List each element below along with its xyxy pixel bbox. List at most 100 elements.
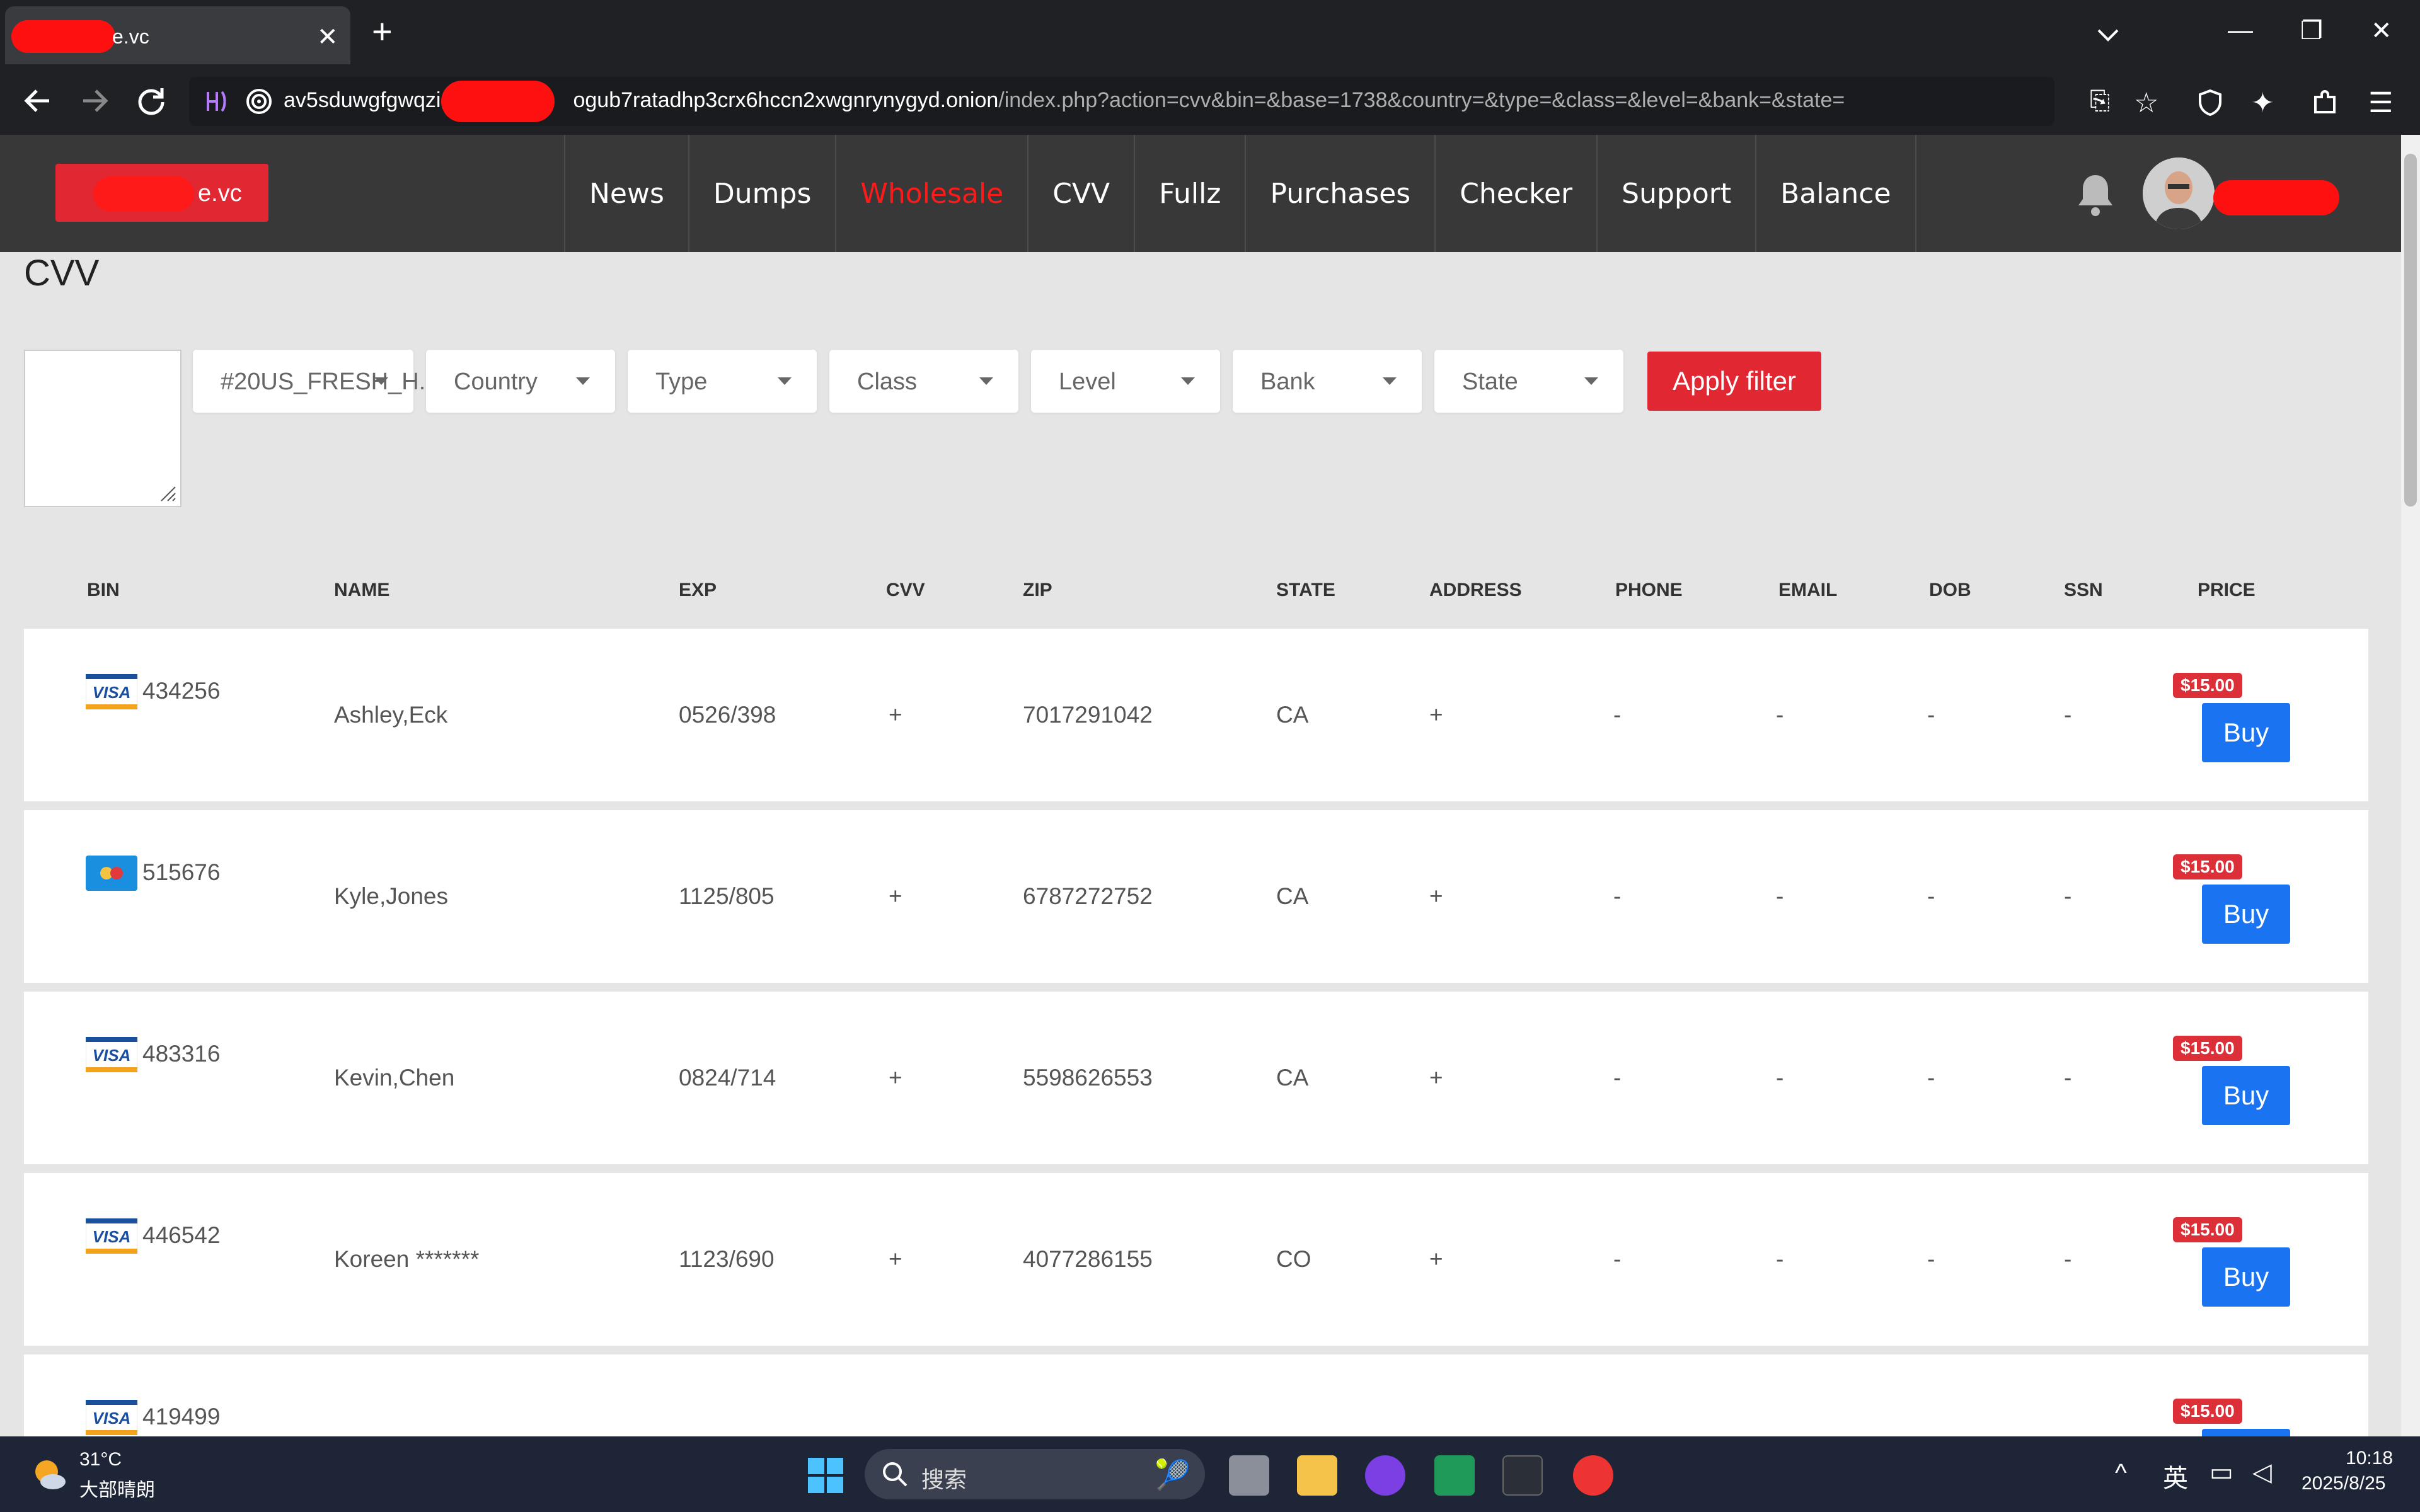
cell-name: Kevin,Chen [334,1065,455,1091]
cell-bin: 434256 [142,678,221,704]
chrome-icon[interactable] [1573,1455,1613,1496]
col-bin: BIN [87,580,120,600]
reload-icon[interactable] [132,82,170,120]
buy-button[interactable]: Buy [2202,1066,2290,1125]
apply-filter-button[interactable]: Apply filter [1647,352,1821,411]
cell-exp: 1125/805 [679,883,775,909]
scrollbar-thumb[interactable] [2404,154,2417,507]
buy-button[interactable]: Buy [2202,885,2290,944]
windows-start-icon[interactable] [805,1455,846,1496]
tab-close-icon[interactable]: ✕ [317,23,338,52]
buy-button[interactable]: Buy [2202,1247,2290,1307]
col-zip: ZIP [1023,580,1052,600]
base-select[interactable]: #20US_FRESH_H... [193,350,439,413]
work-app-icon[interactable] [1434,1455,1475,1496]
svg-text:VISA: VISA [93,683,131,702]
user-avatar[interactable] [2143,158,2215,229]
bin-textarea[interactable] [24,350,182,507]
new-tab-icon[interactable]: + [372,14,393,49]
visa-icon: VISA [85,1399,138,1436]
country-select-value: Country [454,369,538,395]
nav-checker[interactable]: Checker [1434,135,1596,252]
caret-down-icon [576,377,590,385]
type-select[interactable]: Type [628,350,817,413]
ime-indicator[interactable]: 英 [2163,1458,2188,1494]
price-badge: $15.00 [2173,673,2242,698]
class-select[interactable]: Class [829,350,1018,413]
resize-handle-icon[interactable] [158,483,176,502]
cell-state: CO [1276,1246,1311,1272]
magic-wand-icon[interactable]: ✦ [2251,87,2283,118]
windows-taskbar: 31°C 大部晴朗 搜索 🎾 ^ 英 ▭ ◁ 10:18 2025/8/25 [0,1436,2420,1512]
browser-tab[interactable]: e.vc ✕ [5,6,350,64]
nav-fullz[interactable]: Fullz [1134,135,1245,252]
caret-down-icon [979,377,993,385]
tor-browser-icon[interactable] [1365,1455,1405,1496]
svg-text:VISA: VISA [93,1409,131,1428]
minimize-icon[interactable]: — [2228,16,2253,45]
redaction-mark [441,81,555,122]
visa-icon: VISA [85,673,138,710]
file-explorer-icon[interactable] [1297,1455,1337,1496]
state-select[interactable]: State [1434,350,1623,413]
notification-bell-icon[interactable] [2073,170,2118,220]
cell-bin: 483316 [142,1041,221,1067]
forward-icon[interactable] [76,82,113,120]
translate-icon[interactable]: ⎘ [2090,87,2121,118]
mastercard-icon [86,856,137,891]
cell-state: CA [1276,1065,1309,1091]
volume-muted-icon[interactable]: ◁ [2252,1458,2272,1487]
menu-icon[interactable]: ☰ [2368,87,2400,118]
visa-icon: VISA [85,1218,138,1254]
buy-button[interactable]: Buy [2202,703,2290,762]
page-scrollbar[interactable] [2401,135,2420,1439]
weather-desc: 大部晴朗 [79,1480,155,1501]
tray-expand-icon[interactable]: ^ [2115,1459,2127,1487]
cell-bin: 446542 [142,1222,221,1248]
col-address: ADDRESS [1429,580,1522,600]
back-icon[interactable] [19,82,57,120]
browser-tab-bar: e.vc ✕ + — ❐ ✕ [0,0,2420,68]
tab-list-chevron-icon[interactable] [2092,19,2124,50]
shield-icon[interactable] [2194,87,2226,118]
cell-ssn: - [2064,1065,2072,1091]
nav-balance[interactable]: Balance [1755,135,1916,252]
cell-address: + [1429,702,1443,728]
caret-down-icon [374,377,388,385]
table-row: VISA 483316 Kevin,Chen 0824/714 +5598626553 C… [24,992,2368,1164]
table-row: VISA 434256 Ashley,Eck 0526/398 +7017291042 C… [24,629,2368,801]
task-view-icon[interactable] [1229,1455,1269,1496]
tor-circuit-icon[interactable] [199,86,231,117]
class-select-value: Class [857,369,918,395]
clock-time: 10:18 [2346,1448,2394,1469]
weather-temp: 31°C [79,1449,122,1470]
taskbar-search[interactable]: 搜索 🎾 [865,1449,1205,1499]
window-close-icon[interactable]: ✕ [2371,16,2392,45]
extensions-icon[interactable] [2309,87,2341,118]
address-bar-row: av5sduwgfgwqzi ogub7ratadhp3crx6hccn2xwgn… [0,68,2420,135]
bank-select[interactable]: Bank [1233,350,1422,413]
clock-date: 2025/8/25 [2302,1473,2386,1494]
terminal-icon[interactable] [1502,1455,1543,1496]
restore-icon[interactable]: ❐ [2300,16,2323,45]
cell-bin: 419499 [142,1404,221,1429]
nav-cvv[interactable]: CVV [1027,135,1134,252]
col-ssn: SSN [2064,580,2103,600]
col-dob: DOB [1929,580,1971,600]
cell-phone: - [1613,1246,1622,1272]
nav-dumps[interactable]: Dumps [688,135,835,252]
nav-wholesale[interactable]: Wholesale [835,135,1027,252]
redaction-mark [93,176,194,212]
level-select[interactable]: Level [1031,350,1220,413]
country-select[interactable]: Country [426,350,615,413]
col-exp: EXP [679,580,717,600]
nav-support[interactable]: Support [1596,135,1755,252]
site-logo[interactable]: e.vc [55,164,268,222]
nav-purchases[interactable]: Purchases [1245,135,1434,252]
cell-email: - [1776,1246,1784,1272]
nav-news[interactable]: News [564,135,688,252]
weather-sun-icon[interactable] [29,1454,69,1494]
site-header: e.vc News Dumps Wholesale CVV Fullz Purc… [0,135,2401,252]
network-icon[interactable]: ▭ [2210,1458,2233,1487]
bookmark-star-icon[interactable]: ☆ [2134,87,2165,118]
